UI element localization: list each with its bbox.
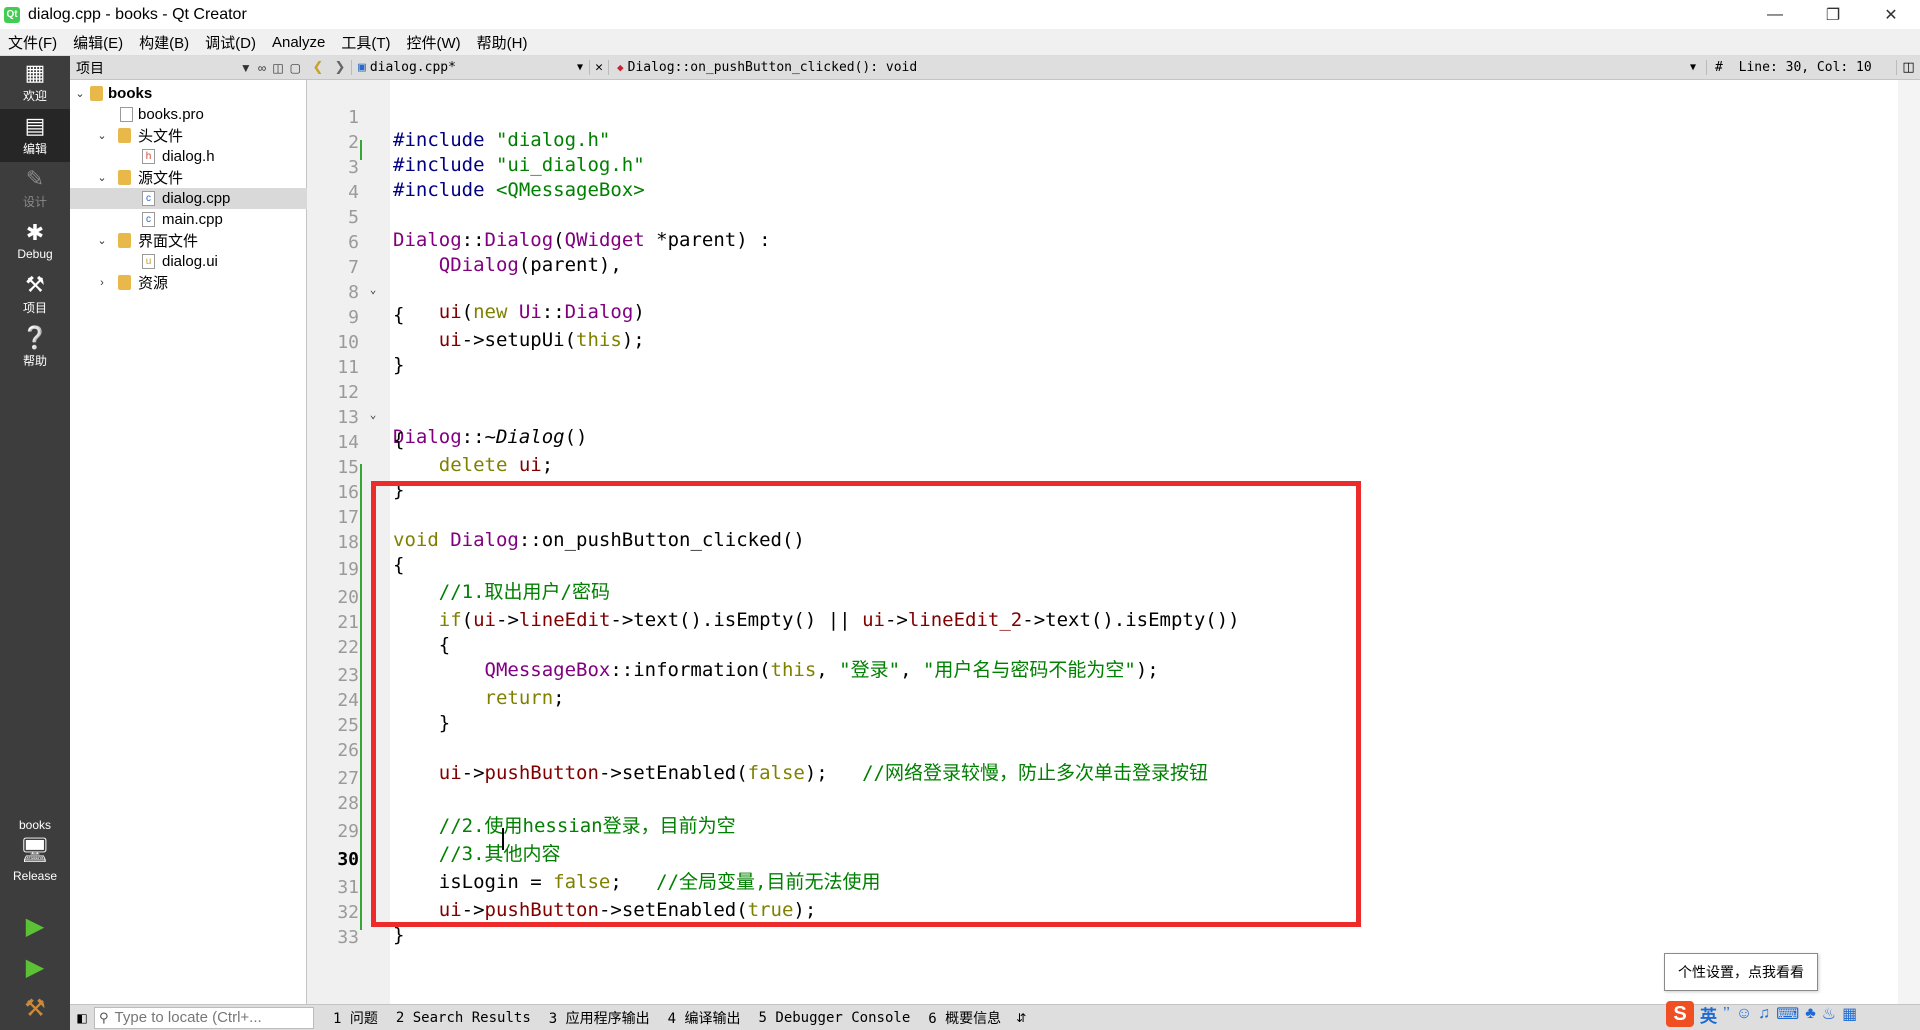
code-line: 10 }	[0, 309, 1920, 376]
function-icon: ◆	[617, 61, 624, 74]
code-line: 2 #include "ui_dialog.h"	[0, 109, 1920, 176]
grid-icon[interactable]: ▦	[1842, 1004, 1857, 1024]
punctuation-icon[interactable]: ’’	[1723, 1005, 1730, 1023]
line-number: 33	[337, 927, 359, 948]
sogou-logo-icon[interactable]: S	[1666, 1001, 1694, 1027]
code-line: 9 ui->setupUi(this);	[0, 284, 1920, 351]
pane-label: Debugger Console	[775, 1009, 911, 1026]
window-title: dialog.cpp - books - Qt Creator	[28, 5, 247, 23]
grid-icon: ▦	[24, 59, 46, 85]
pane-number: 1	[333, 1010, 342, 1027]
cpp-file-icon: ▣	[358, 60, 366, 75]
pane-label: 问题	[349, 1010, 378, 1027]
tab-issues[interactable]: 1 问题	[324, 1008, 387, 1028]
menu-tools[interactable]: 工具(T)	[333, 32, 398, 53]
code-line: 4	[0, 159, 1920, 203]
position-label: Line: 30, Col: 10	[1738, 60, 1872, 75]
tab-search-results[interactable]: 2 Search Results	[387, 1010, 540, 1026]
pane-label: 编译输出	[684, 1010, 741, 1027]
project-panel-title[interactable]: 项目	[76, 58, 104, 78]
ime-language-toggle[interactable]: 英	[1700, 1002, 1717, 1027]
emoji-icon[interactable]: ☺	[1736, 1005, 1752, 1023]
sidebar-toggle-icon[interactable]: ◧	[70, 1011, 94, 1025]
title-bar: Qt dialog.cpp - books - Qt Creator — ❐ ✕	[0, 0, 1920, 29]
hash-label: #	[1715, 60, 1723, 75]
tab-general-messages[interactable]: 6 概要信息	[919, 1008, 1010, 1028]
menu-analyze[interactable]: Analyze	[264, 34, 333, 51]
debug-run-icon[interactable]: ▶	[0, 949, 70, 985]
editor-toolbar: ❮ ❯ ▣ dialog.cpp* ▼ ✕ ◆ Dialog::on_pushB…	[307, 56, 1920, 80]
forward-icon[interactable]: ❯	[335, 60, 346, 75]
hammer-icon[interactable]: ⚒	[0, 990, 70, 1026]
mic-icon[interactable]: ♫	[1758, 1005, 1770, 1023]
restore-icon[interactable]: ❐	[1804, 0, 1862, 29]
split-icon[interactable]: ◫	[1896, 60, 1920, 75]
output-pane-bar: ◧ ⚲ Type to locate (Ctrl+... 1 问题 2 Sear…	[70, 1004, 1920, 1030]
pane-number: 5	[758, 1009, 767, 1026]
pane-number: 2	[395, 1009, 405, 1026]
close-panel-icon[interactable]: ▢	[290, 61, 301, 75]
ime-toolbar: S 英 ’’ ☺ ♫ ⌨ ♣ ♨ ▦	[1662, 999, 1920, 1029]
menu-edit[interactable]: 编辑(E)	[65, 32, 131, 53]
code-line: 16	[0, 459, 1920, 503]
code-line: 13 {	[0, 384, 1920, 451]
highlight-annotation	[371, 481, 1361, 927]
skin-icon[interactable]: ♣	[1805, 1005, 1816, 1023]
menu-help[interactable]: 帮助(H)	[469, 32, 536, 53]
menu-bar: 文件(F) 编辑(E) 构建(B) 调试(D) Analyze 工具(T) 控件…	[0, 29, 1920, 56]
project-panel-header: 项目 ▼ ∞ ◫ ▢	[70, 56, 307, 80]
menu-build[interactable]: 构建(B)	[131, 32, 197, 53]
locator-placeholder: Type to locate (Ctrl+...	[114, 1009, 262, 1026]
code-line: 1 #include "dialog.h"	[0, 84, 1920, 151]
qt-icon: Qt	[4, 6, 20, 23]
filter-icon[interactable]: ▼	[240, 61, 252, 75]
more-panes-icon[interactable]: ⇵	[1010, 1011, 1026, 1025]
symbol-dropdown[interactable]: ◆ Dialog::on_pushButton_clicked(): void …	[609, 60, 1706, 75]
pane-label: 概要信息	[945, 1010, 1002, 1027]
code-line: 12 ⌄ Dialog::~Dialog()	[0, 359, 1920, 448]
code-line: 3 #include <QMessageBox>	[0, 134, 1920, 201]
code-line: 6 QDialog(parent),	[0, 209, 1920, 276]
current-file-label: dialog.cpp*	[369, 60, 456, 75]
ime-tooltip[interactable]: 个性设置，点我看看	[1664, 953, 1818, 991]
pane-label: Search Results	[412, 1009, 531, 1026]
symbol-label: Dialog::on_pushButton_clicked(): void	[627, 60, 918, 75]
menu-debug[interactable]: 调试(D)	[197, 32, 264, 53]
keyboard-icon[interactable]: ⌨	[1776, 1004, 1799, 1024]
search-icon: ⚲	[99, 1009, 109, 1025]
back-icon[interactable]: ❮	[313, 60, 324, 75]
code-line: 8 {	[0, 259, 1920, 326]
pane-number: 4	[667, 1010, 677, 1027]
minimize-icon[interactable]: —	[1746, 0, 1804, 29]
pane-label: 应用程序输出	[565, 1010, 650, 1027]
pane-number: 3	[548, 1010, 558, 1027]
code-line: 5 Dialog::Dialog(QWidget *parent) :	[0, 184, 1920, 251]
menu-file[interactable]: 文件(F)	[0, 32, 65, 53]
tab-application-output[interactable]: 3 应用程序输出	[540, 1008, 659, 1028]
close-document-icon[interactable]: ✕	[589, 60, 609, 75]
code-line: 11	[0, 334, 1920, 378]
open-documents-dropdown[interactable]: ▣ dialog.cpp* ▼	[351, 60, 589, 75]
clothes-icon[interactable]: ♨	[1822, 1004, 1836, 1024]
tab-debugger-console[interactable]: 5 Debugger Console	[750, 1010, 920, 1026]
locator-input[interactable]: ⚲ Type to locate (Ctrl+...	[94, 1006, 314, 1029]
chevron-down-icon: ▼	[1689, 62, 1696, 73]
split-icon[interactable]: ◫	[272, 61, 283, 75]
link-icon[interactable]: ∞	[258, 61, 267, 75]
chevron-down-icon: ▼	[576, 62, 583, 73]
cursor-position[interactable]: # Line: 30, Col: 10	[1706, 60, 1896, 75]
tab-compile-output[interactable]: 4 编译输出	[659, 1008, 750, 1028]
code-line: 14 delete ui;	[0, 409, 1920, 476]
close-icon[interactable]: ✕	[1862, 0, 1920, 29]
menu-widgets[interactable]: 控件(W)	[399, 32, 469, 53]
code-line: 15 }	[0, 434, 1920, 501]
code-line: 7 ⌄ ui(new Ui::Dialog)	[0, 234, 1920, 323]
pane-number: 6	[928, 1010, 937, 1027]
